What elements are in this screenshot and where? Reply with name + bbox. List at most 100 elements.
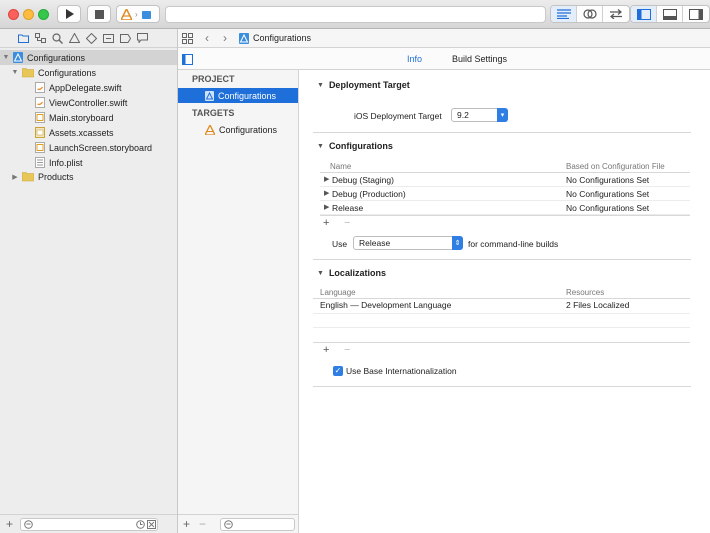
symbol-navigator-tab[interactable]: [35, 33, 46, 44]
version-editor-button[interactable]: [603, 6, 629, 22]
target-item[interactable]: Configurations: [178, 122, 298, 137]
forward-button[interactable]: ›: [223, 31, 227, 45]
configuration-based-on[interactable]: No Configurations Set: [566, 203, 649, 213]
issue-navigator-tab[interactable]: [69, 33, 80, 44]
col-name-header: Name: [330, 162, 352, 171]
add-file-button[interactable]: +: [6, 517, 13, 531]
disclosure-closed-icon[interactable]: ▶: [324, 203, 329, 211]
tree-row-file[interactable]: ViewController.swift: [0, 95, 177, 110]
navigator-filter-field[interactable]: [20, 517, 158, 531]
tree-row-file[interactable]: AppDelegate.swift: [0, 80, 177, 95]
xcode-project-icon: [13, 52, 23, 63]
tree-row-file[interactable]: Assets.xcassets: [0, 125, 177, 140]
target-filter-field[interactable]: [220, 518, 295, 531]
deployment-section-header[interactable]: ▼ Deployment Target: [317, 80, 410, 90]
file-name: Info.plist: [49, 157, 83, 168]
chevron-right-icon: ›: [135, 9, 138, 19]
filter-icon: [24, 519, 33, 529]
toggle-navigator-button[interactable]: [631, 6, 657, 22]
related-items-icon[interactable]: [182, 32, 193, 44]
breakpoint-navigator-tab[interactable]: [120, 33, 131, 44]
run-button[interactable]: [57, 5, 81, 23]
col-based-on-header: Based on Configuration File: [566, 162, 665, 171]
zoom-window-button[interactable]: [38, 9, 49, 20]
add-localization-button[interactable]: +: [323, 344, 329, 356]
assistant-editor-button[interactable]: [577, 6, 603, 22]
navigator-panel-icon: [636, 8, 651, 20]
editor-tab-bar: Info Build Settings: [178, 48, 710, 70]
remove-localization-button[interactable]: −: [344, 344, 350, 356]
remove-target-button[interactable]: −: [199, 517, 206, 531]
tree-row-file[interactable]: LaunchScreen.storyboard: [0, 140, 177, 155]
folder-icon: [22, 68, 34, 78]
localizations-section-header[interactable]: ▼ Localizations: [317, 268, 386, 278]
storyboard-file-icon: [35, 112, 45, 123]
disclosure-open-icon[interactable]: ▼: [317, 82, 324, 89]
scheme-selector[interactable]: ›: [116, 5, 160, 23]
configuration-name[interactable]: Debug (Production): [332, 189, 406, 199]
localization-language[interactable]: English — Development Language: [320, 300, 451, 310]
localizations-title: Localizations: [328, 268, 386, 278]
tree-row-products[interactable]: ▶ Products: [0, 169, 177, 184]
test-navigator-tab[interactable]: [86, 32, 97, 44]
disclosure-closed-icon[interactable]: ▶: [324, 189, 329, 197]
disclosure-open-icon[interactable]: ▼: [11, 69, 19, 76]
toggle-debug-area-button[interactable]: [657, 6, 683, 22]
project-item[interactable]: Configurations: [178, 88, 298, 103]
jump-bar-label[interactable]: Configurations: [253, 33, 311, 43]
file-name: ViewController.swift: [49, 97, 128, 108]
configuration-name[interactable]: Debug (Staging): [332, 175, 394, 185]
group-name: Configurations: [38, 67, 97, 78]
section-divider: [313, 259, 691, 260]
close-window-button[interactable]: [8, 9, 19, 20]
find-navigator-tab[interactable]: [52, 32, 63, 44]
tab-build-settings[interactable]: Build Settings: [452, 54, 507, 64]
assistant-editor-icon: [582, 9, 597, 19]
disclosure-closed-icon[interactable]: ▶: [11, 173, 19, 181]
localization-resources[interactable]: 2 Files Localized: [566, 300, 629, 310]
standard-editor-button[interactable]: [551, 6, 577, 22]
toggle-utilities-button[interactable]: [683, 6, 709, 22]
configuration-name[interactable]: Release: [332, 203, 363, 213]
folder-icon: [18, 34, 29, 43]
disclosure-closed-icon[interactable]: ▶: [324, 175, 329, 183]
project-item-label: Configurations: [218, 90, 277, 101]
disclosure-open-icon[interactable]: ▼: [2, 54, 10, 61]
configuration-based-on[interactable]: No Configurations Set: [566, 189, 649, 199]
add-configuration-button[interactable]: +: [323, 217, 329, 229]
standard-editor-icon: [556, 9, 571, 19]
report-navigator-tab[interactable]: [137, 33, 148, 44]
view-toggle-control[interactable]: [630, 5, 710, 23]
scm-status-icon[interactable]: [147, 519, 156, 529]
command-line-config-popup[interactable]: Release ⇕: [353, 236, 463, 250]
editor-mode-control[interactable]: [550, 5, 630, 23]
row-divider: [320, 200, 690, 201]
disclosure-open-icon[interactable]: ▼: [317, 143, 324, 150]
tree-row-file[interactable]: Info.plist: [0, 155, 177, 170]
xcode-project-icon: [239, 32, 249, 44]
project-name: Configurations: [27, 52, 86, 63]
toggle-project-list-icon[interactable]: [182, 54, 193, 65]
version-editor-icon: [610, 9, 622, 19]
disclosure-open-icon[interactable]: ▼: [317, 270, 324, 277]
tree-row-project[interactable]: ▼ Configurations: [0, 50, 177, 65]
swift-file-icon: [35, 97, 45, 108]
filter-icon: [224, 520, 233, 529]
stop-button[interactable]: [87, 5, 111, 23]
configuration-based-on[interactable]: No Configurations Set: [566, 175, 649, 185]
tab-info[interactable]: Info: [407, 54, 422, 64]
minimize-window-button[interactable]: [23, 9, 34, 20]
tree-row-file[interactable]: Main.storyboard: [0, 110, 177, 125]
debug-navigator-tab[interactable]: [103, 33, 114, 44]
remove-configuration-button[interactable]: −: [344, 217, 350, 229]
base-internationalization-checkbox[interactable]: ✓: [333, 366, 343, 376]
row-divider: [320, 186, 690, 187]
add-target-button[interactable]: +: [183, 517, 190, 531]
project-navigator-tab[interactable]: [18, 33, 29, 44]
recent-files-icon[interactable]: [136, 519, 145, 529]
deployment-target-popup[interactable]: 9.2 ▾: [451, 108, 508, 122]
tree-row-group[interactable]: ▼ Configurations: [0, 65, 177, 80]
configurations-section-header[interactable]: ▼ Configurations: [317, 141, 393, 151]
project-navigator: ▼ Configurations ▼ Configurations AppDel…: [0, 29, 178, 533]
back-button[interactable]: ‹: [205, 31, 209, 45]
